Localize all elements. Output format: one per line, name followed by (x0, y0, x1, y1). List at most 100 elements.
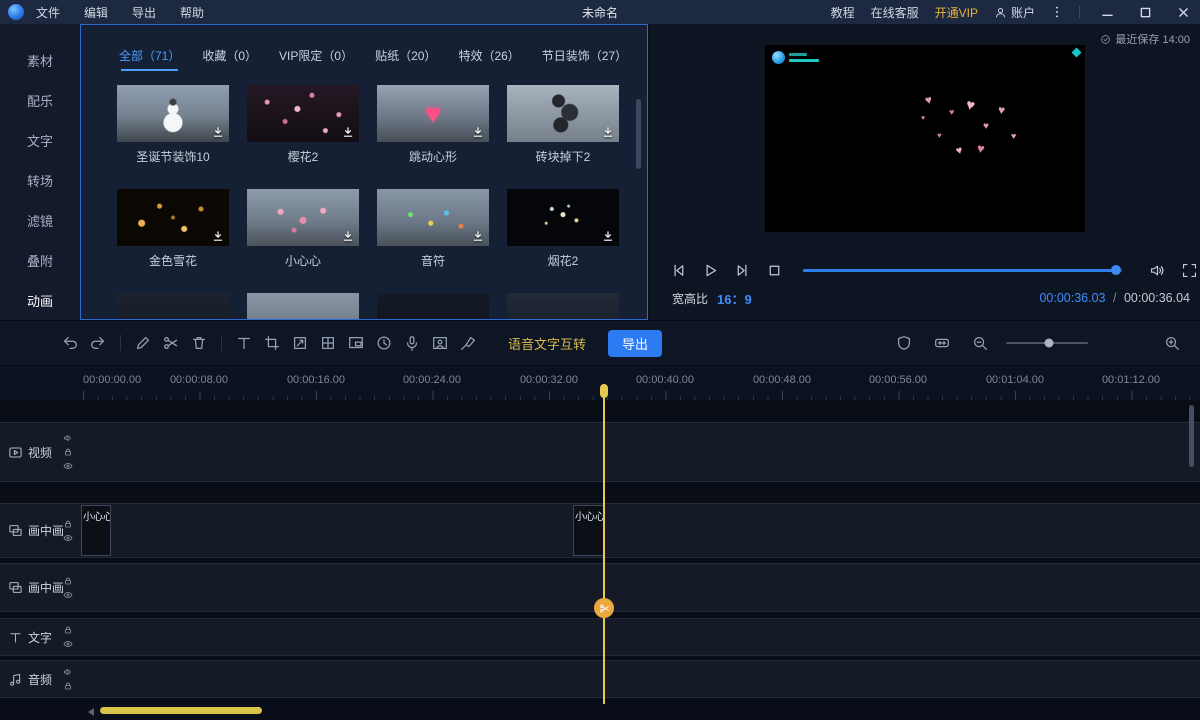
track-pip-2-header[interactable]: 画中画 (0, 564, 80, 611)
more-menu-icon[interactable] (1051, 5, 1063, 19)
preview-progress-slider[interactable] (803, 269, 1122, 272)
volume-icon[interactable] (1146, 259, 1168, 281)
download-icon[interactable] (342, 230, 354, 242)
tab-all[interactable]: 全部（71） (119, 47, 180, 71)
menu-edit[interactable]: 编辑 (84, 4, 108, 21)
download-icon[interactable] (472, 230, 484, 242)
timeline-horizontal-scrollbar[interactable] (0, 707, 1200, 717)
sidebar-item-media[interactable]: 素材 (0, 40, 80, 80)
library-item-thumbnail[interactable] (507, 189, 619, 246)
track-audio-header[interactable]: 音频 (0, 661, 80, 697)
redo-icon[interactable] (84, 329, 112, 357)
menu-export[interactable]: 导出 (132, 4, 156, 21)
portrait-icon[interactable] (426, 329, 454, 357)
track-lock-icon[interactable] (63, 447, 73, 457)
playhead-split-button[interactable] (594, 598, 614, 618)
download-icon[interactable] (212, 126, 224, 138)
download-icon[interactable] (472, 126, 484, 138)
tab-stickers[interactable]: 贴纸（20） (375, 47, 436, 71)
library-item-thumbnail[interactable] (377, 293, 489, 320)
fit-timeline-icon[interactable] (928, 329, 956, 357)
horizontal-scroll-thumb[interactable] (100, 707, 262, 714)
duration-icon[interactable] (370, 329, 398, 357)
maximize-button[interactable] (1134, 2, 1156, 22)
library-scrollbar[interactable] (636, 99, 641, 169)
app-logo-icon[interactable] (8, 4, 24, 20)
playhead[interactable] (603, 384, 605, 704)
edit-icon[interactable] (129, 329, 157, 357)
library-item-thumbnail[interactable] (117, 293, 229, 320)
previous-frame-button[interactable] (667, 259, 689, 281)
track-lock-icon[interactable] (63, 519, 73, 529)
track-lock-icon[interactable] (63, 625, 73, 635)
scroll-left-arrow-icon[interactable] (88, 708, 94, 716)
export-button[interactable]: 导出 (608, 330, 662, 357)
sidebar-item-text[interactable]: 文字 (0, 120, 80, 160)
track-volume-icon[interactable] (63, 667, 73, 677)
tutorial-link[interactable]: 教程 (831, 4, 855, 21)
track-visibility-icon[interactable] (63, 533, 73, 543)
text-tool-icon[interactable] (230, 329, 258, 357)
vip-button[interactable]: 开通VIP (935, 4, 978, 21)
playhead-handle[interactable] (600, 384, 608, 398)
track-pip-1-header[interactable]: 画中画 (0, 504, 80, 557)
download-icon[interactable] (602, 126, 614, 138)
video-preview[interactable] (765, 45, 1085, 232)
stop-button[interactable] (763, 259, 785, 281)
library-item-thumbnail[interactable] (377, 189, 489, 246)
tab-vip-only[interactable]: VIP限定（0） (279, 47, 353, 71)
download-icon[interactable] (212, 230, 224, 242)
support-link[interactable]: 在线客服 (871, 4, 919, 21)
tab-effects[interactable]: 特效（26） (458, 47, 519, 71)
sidebar-item-music[interactable]: 配乐 (0, 80, 80, 120)
track-lock-icon[interactable] (63, 576, 73, 586)
sidebar-item-overlays[interactable]: 叠附 (0, 240, 80, 280)
undo-icon[interactable] (56, 329, 84, 357)
speech-text-convert-button[interactable]: 语音文字互转 (508, 334, 586, 353)
split-scissors-icon[interactable] (157, 329, 185, 357)
sidebar-item-transitions[interactable]: 转场 (0, 160, 80, 200)
track-volume-icon[interactable] (63, 433, 73, 443)
library-item-thumbnail[interactable] (247, 293, 359, 320)
record-voiceover-icon[interactable] (398, 329, 426, 357)
fullscreen-icon[interactable] (1178, 259, 1200, 281)
delete-icon[interactable] (185, 329, 213, 357)
menu-file[interactable]: 文件 (36, 4, 60, 21)
timeline-zoom-slider[interactable] (1006, 342, 1088, 344)
transform-icon[interactable] (286, 329, 314, 357)
download-icon[interactable] (602, 230, 614, 242)
play-button[interactable] (699, 259, 721, 281)
timeline-zoom-handle[interactable] (1044, 339, 1053, 348)
library-item-thumbnail[interactable] (247, 189, 359, 246)
zoom-in-icon[interactable] (1158, 329, 1186, 357)
library-item-thumbnail[interactable] (117, 189, 229, 246)
vertical-scroll-thumb[interactable] (1189, 405, 1194, 467)
close-button[interactable] (1172, 2, 1194, 22)
menu-help[interactable]: 帮助 (180, 4, 204, 21)
track-visibility-icon[interactable] (63, 639, 73, 649)
split-screen-icon[interactable] (314, 329, 342, 357)
library-item-thumbnail[interactable] (117, 85, 229, 142)
tab-holiday[interactable]: 节日装饰（27） (542, 47, 627, 71)
library-item-thumbnail[interactable] (377, 85, 489, 142)
track-text-header[interactable]: 文字 (0, 619, 80, 655)
track-video-header[interactable]: 视频 (0, 423, 80, 481)
timeline-clip[interactable]: 小心心 (573, 505, 604, 556)
library-item-thumbnail[interactable] (507, 85, 619, 142)
crop-icon[interactable] (258, 329, 286, 357)
minimize-button[interactable] (1096, 2, 1118, 22)
next-frame-button[interactable] (731, 259, 753, 281)
account-button[interactable]: 账户 (994, 4, 1035, 21)
pip-icon[interactable] (342, 329, 370, 357)
styling-brush-icon[interactable] (454, 329, 482, 357)
sidebar-item-filters[interactable]: 滤镜 (0, 200, 80, 240)
library-item-thumbnail[interactable] (247, 85, 359, 142)
progress-handle[interactable] (1111, 265, 1121, 275)
mark-icon[interactable] (890, 329, 918, 357)
zoom-out-icon[interactable] (966, 329, 994, 357)
library-item-thumbnail[interactable] (507, 293, 619, 320)
selection-handle-icon[interactable] (1072, 48, 1082, 58)
timeline-clip[interactable]: 小心心 (81, 505, 111, 556)
track-visibility-icon[interactable] (63, 590, 73, 600)
track-visibility-icon[interactable] (63, 461, 73, 471)
